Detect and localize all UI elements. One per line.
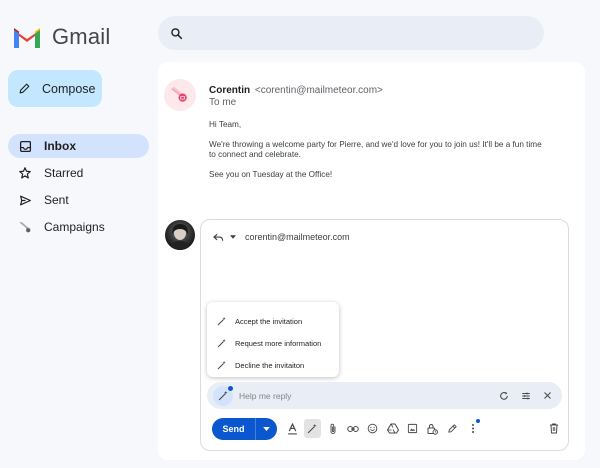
refresh-icon[interactable]: [499, 391, 509, 401]
sidebar-item-label: Inbox: [44, 139, 76, 153]
drive-icon: [386, 423, 399, 434]
recipient-label[interactable]: To me: [209, 97, 236, 108]
sidebar-item-label: Starred: [44, 166, 84, 180]
search-bar[interactable]: [158, 16, 544, 50]
confidential-mode-button[interactable]: [424, 419, 441, 438]
reply-recipient[interactable]: corentin@mailmeteor.com: [245, 232, 350, 242]
send-button-group: Send: [212, 418, 277, 440]
link-icon: [346, 425, 359, 432]
lock-clock-icon: [427, 423, 438, 435]
signature-button[interactable]: [444, 419, 461, 438]
discard-draft-button[interactable]: [545, 419, 562, 438]
close-icon[interactable]: [543, 391, 552, 400]
email-paragraph: We're throwing a welcome party for Pierr…: [209, 140, 542, 159]
help-me-reply-input[interactable]: [239, 390, 489, 401]
smiley-icon: [367, 423, 378, 434]
sender-line: Corentin <corentin@mailmeteor.com>: [209, 85, 383, 96]
paperclip-icon: [330, 423, 335, 434]
chevron-down-icon: [263, 427, 270, 431]
user-photo-icon: [169, 224, 191, 250]
image-icon: [407, 423, 418, 434]
magic-wand-icon: [307, 423, 317, 434]
magic-wand-icon: [218, 390, 228, 401]
sidebar-item-campaigns[interactable]: Campaigns: [8, 215, 149, 239]
suggestion-accept[interactable]: Accept the invitation: [207, 310, 339, 332]
notification-dot: [228, 385, 233, 391]
magic-wand-icon: [217, 360, 226, 370]
tune-icon[interactable]: [521, 391, 531, 401]
gmail-logo[interactable]: Gmail: [12, 24, 110, 50]
attach-file-button[interactable]: [324, 419, 341, 438]
sidebar-nav: Inbox Starred Sent Campaigns: [8, 134, 149, 242]
email-greeting: Hi Team,: [209, 120, 242, 129]
pencil-icon: [19, 83, 30, 94]
gmail-m-icon: [14, 28, 40, 48]
sender-avatar[interactable]: [164, 79, 196, 111]
more-options-button[interactable]: [464, 419, 481, 438]
help-me-write-button[interactable]: [213, 385, 233, 406]
format-text-button[interactable]: [284, 419, 301, 438]
search-input[interactable]: [193, 25, 513, 41]
sidebar-item-starred[interactable]: Starred: [8, 161, 149, 185]
notification-dot: [476, 419, 480, 423]
suggestion-label: Request more information: [235, 338, 322, 348]
magic-wand-icon: [217, 316, 226, 326]
help-me-reply-bar: [207, 382, 562, 409]
reply-icon[interactable]: [213, 233, 224, 242]
inbox-icon: [18, 139, 32, 153]
chevron-down-icon[interactable]: [230, 235, 236, 239]
suggestion-label: Decline the invitaiton: [235, 360, 305, 370]
star-icon: [18, 166, 32, 180]
insert-link-button[interactable]: [344, 419, 361, 438]
compose-toolbar: [284, 419, 481, 438]
suggestion-request-info[interactable]: Request more information: [207, 332, 339, 354]
search-icon[interactable]: [170, 27, 183, 40]
sender-email: <corentin@mailmeteor.com>: [254, 85, 383, 96]
magic-wand-icon: [217, 338, 226, 348]
send-button[interactable]: Send: [212, 418, 256, 440]
help-actions: [499, 391, 552, 401]
insert-emoji-button[interactable]: [364, 419, 381, 438]
compose-button[interactable]: Compose: [8, 70, 102, 107]
suggestion-label: Accept the invitation: [235, 316, 303, 326]
suggestion-decline[interactable]: Decline the invitaiton: [207, 354, 339, 376]
trash-icon: [549, 423, 558, 434]
sidebar-item-inbox[interactable]: Inbox: [8, 134, 149, 158]
pen-icon: [448, 424, 457, 433]
comet-icon: [18, 220, 32, 234]
email-signoff: See you on Tuesday at the Office!: [209, 170, 333, 179]
user-avatar[interactable]: [165, 220, 195, 250]
help-me-write-toolbar-button[interactable]: [304, 419, 321, 438]
sender-name: Corentin: [209, 85, 251, 96]
reply-header: corentin@mailmeteor.com: [213, 232, 350, 242]
more-vertical-icon: [471, 424, 474, 433]
sidebar-item-label: Campaigns: [44, 220, 105, 234]
sidebar-item-sent[interactable]: Sent: [8, 188, 149, 212]
app-name: Gmail: [52, 24, 111, 49]
insert-photo-button[interactable]: [404, 419, 421, 438]
mailmeteor-logo-icon: [171, 86, 187, 102]
insert-drive-button[interactable]: [384, 419, 401, 438]
send-options-button[interactable]: [256, 418, 277, 440]
compose-label: Compose: [42, 81, 96, 96]
send-icon: [18, 193, 32, 207]
sidebar-item-label: Sent: [44, 193, 69, 207]
reply-suggestions-menu: Accept the invitation Request more infor…: [207, 302, 339, 377]
text-format-icon: [288, 422, 297, 434]
